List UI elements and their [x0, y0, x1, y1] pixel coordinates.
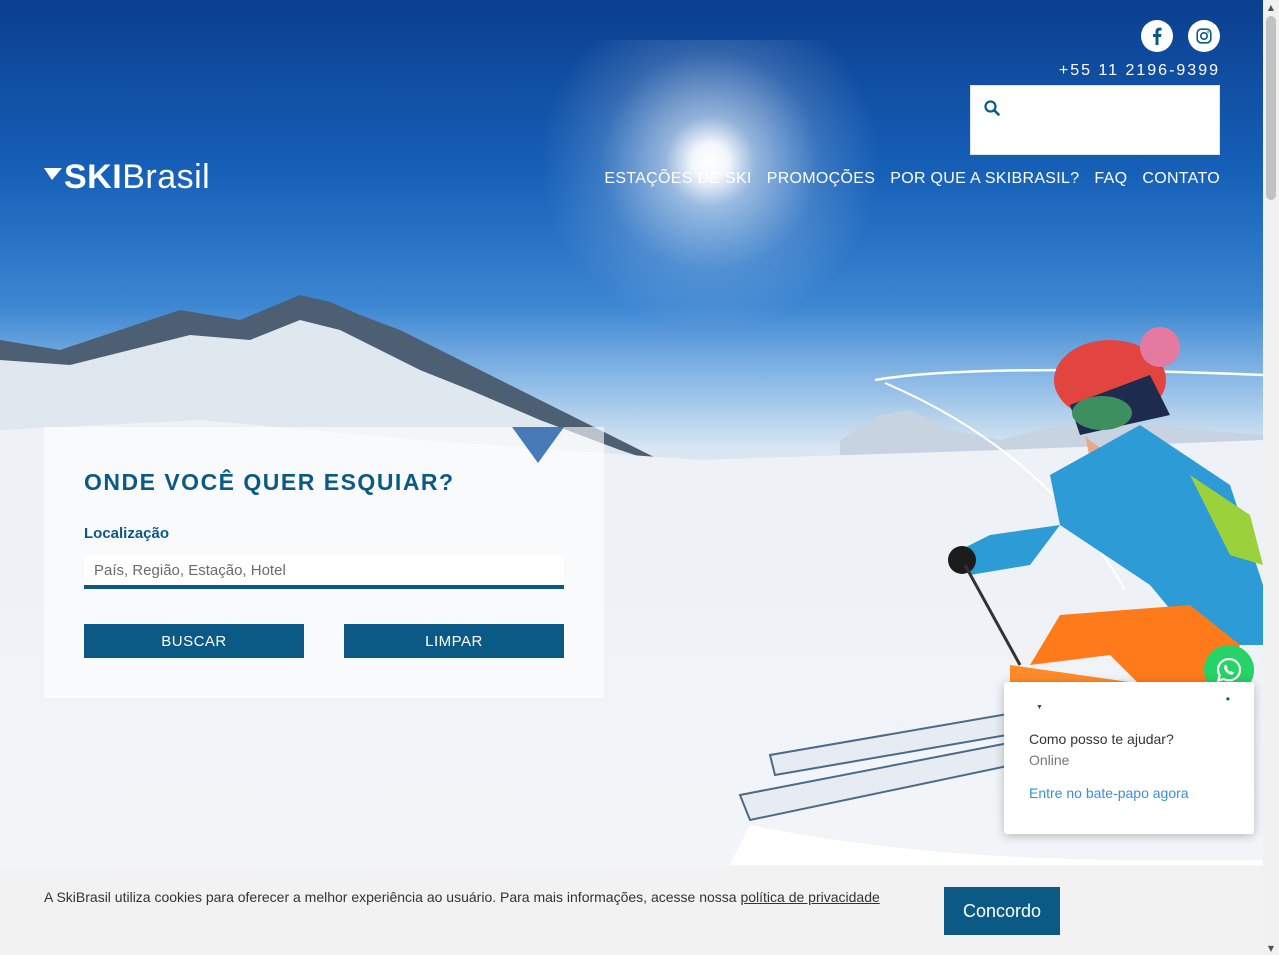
site-search-box[interactable] [970, 85, 1220, 155]
search-icon[interactable] [984, 100, 1000, 116]
buscar-button[interactable]: BUSCAR [84, 624, 304, 658]
panel-notch-decoration [512, 427, 564, 463]
whatsapp-icon [1216, 657, 1242, 683]
nav-contato[interactable]: CONTATO [1142, 170, 1220, 188]
phone-number[interactable]: +55 11 2196-9399 [1059, 62, 1220, 80]
scroll-up-arrow-icon[interactable]: ▲ [1263, 0, 1279, 14]
nav-faq[interactable]: FAQ [1094, 170, 1127, 188]
privacy-policy-link[interactable]: política de privacidade [740, 889, 879, 905]
chat-widget[interactable]: ▼ • Como posso te ajudar? Online Entre n… [1004, 682, 1254, 834]
logo-mark-icon [44, 168, 62, 180]
limpar-button[interactable]: LIMPAR [344, 624, 564, 658]
scroll-down-arrow-icon[interactable]: ▼ [1263, 941, 1279, 955]
logo-ski-text: SKI [64, 157, 123, 196]
scrollbar-thumb[interactable] [1266, 16, 1276, 200]
page-scrollbar[interactable]: ▲ ▼ [1263, 0, 1279, 955]
cookie-agree-button[interactable]: Concordo [944, 887, 1060, 935]
chat-question: Como posso te ajudar? [1029, 731, 1174, 747]
chat-start-link[interactable]: Entre no bate-papo agora [1029, 785, 1189, 801]
main-nav: ESTAÇÕES DE SKI PROMOÇÕES POR QUE A SKIB… [604, 170, 1220, 188]
chat-status: Online [1029, 752, 1070, 768]
skibrasil-logo[interactable]: SKI Brasil [44, 158, 210, 196]
instagram-icon [1196, 28, 1212, 44]
nav-estacoes-de-ski[interactable]: ESTAÇÕES DE SKI [604, 170, 751, 188]
facebook-button[interactable] [1141, 20, 1173, 52]
chat-status-dot-icon: • [1225, 692, 1230, 706]
logo-brasil-text: Brasil [122, 157, 211, 196]
facebook-icon [1153, 27, 1162, 45]
search-panel-title: ONDE VOCÊ QUER ESQUIAR? [84, 469, 455, 495]
cookie-message-container: A SkiBrasil utiliza cookies para oferece… [44, 889, 880, 905]
location-label: Localização [84, 525, 170, 542]
nav-promocoes[interactable]: PROMOÇÕES [767, 170, 876, 188]
cookie-message: A SkiBrasil utiliza cookies para oferece… [44, 889, 741, 905]
chat-caret-icon: ▼ [1036, 704, 1043, 711]
search-panel: ONDE VOCÊ QUER ESQUIAR? Localização BUSC… [44, 427, 604, 698]
nav-por-que-a-skibrasil[interactable]: POR QUE A SKIBRASIL? [890, 170, 1079, 188]
location-input[interactable] [84, 555, 564, 589]
instagram-button[interactable] [1188, 20, 1220, 52]
cookie-banner: A SkiBrasil utiliza cookies para oferece… [0, 867, 1263, 955]
